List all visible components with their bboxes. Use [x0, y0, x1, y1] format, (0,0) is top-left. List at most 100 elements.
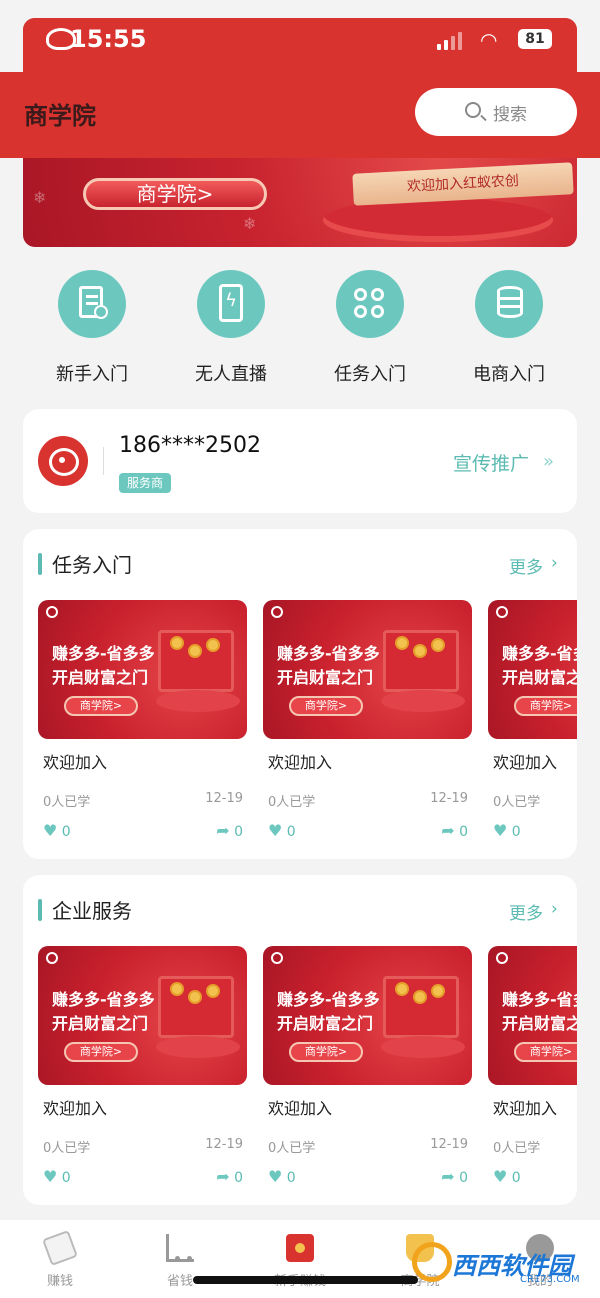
coin-icon: [206, 638, 220, 652]
thumb-subline: 开启财富之门: [277, 1014, 374, 1033]
database-user-icon: [475, 270, 543, 338]
course-thumbnail[interactable]: 赚多多-省多多 开启财富之门 商学院>: [263, 600, 472, 739]
quick-entry-ecommerce[interactable]: 电商入门: [444, 270, 574, 386]
heart-icon: ♥: [268, 1167, 283, 1186]
share-button[interactable]: ➦ 0: [216, 821, 243, 840]
provider-card: 186****2502 服务商 宣传推广 »: [23, 409, 577, 513]
promo-link[interactable]: 宣传推广: [453, 449, 529, 476]
course-title[interactable]: 欢迎加入: [493, 1095, 577, 1119]
chevron-right-icon[interactable]: ›: [551, 553, 558, 573]
course-title[interactable]: 欢迎加入: [43, 749, 247, 773]
podium-graphic: [156, 690, 240, 712]
coin-icon: [395, 982, 409, 996]
double-chevron-right-icon[interactable]: »: [543, 451, 554, 472]
search-icon: [465, 102, 481, 118]
coin-icon: [413, 644, 427, 658]
course-title[interactable]: 欢迎加入: [268, 749, 472, 773]
heart-icon: ♥: [493, 1167, 508, 1186]
share-count: 0: [459, 1170, 468, 1186]
more-link[interactable]: 更多: [509, 899, 543, 924]
learner-count: 0人已学: [268, 795, 316, 810]
cart-icon: [166, 1234, 194, 1262]
like-button[interactable]: ♥ 0: [43, 1167, 71, 1186]
quick-entry-task[interactable]: 任务入门: [305, 270, 435, 386]
banner-button[interactable]: 商学院>: [83, 178, 267, 210]
course-card[interactable]: 赚多多-省多多 开启财富之门 商学院> 欢迎加入 0人已学 ♥ 0: [488, 946, 577, 1187]
watermark: 西西软件园 CR173.COM: [400, 1238, 580, 1292]
thumb-headline: 赚多多-省多多: [277, 990, 380, 1009]
status-time: 15:55: [70, 25, 147, 53]
share-button[interactable]: ➦ 0: [441, 821, 468, 840]
thumb-button: 商学院>: [289, 1042, 363, 1062]
share-count: 0: [234, 824, 243, 840]
course-thumbnail[interactable]: 赚多多-省多多 开启财富之门 商学院>: [38, 946, 247, 1085]
tab-earn[interactable]: 赚钱: [20, 1230, 100, 1289]
course-date: 12-19: [205, 1137, 243, 1152]
course-thumbnail[interactable]: 赚多多-省多多 开启财富之门 商学院>: [488, 946, 577, 1085]
red-packet-icon: [286, 1234, 314, 1262]
thumb-headline: 赚多多-省多多: [502, 990, 577, 1009]
section-accent-bar: [38, 553, 42, 575]
earn-icon: [42, 1230, 78, 1266]
learner-count: 0人已学: [268, 1141, 316, 1156]
gift-box-graphic: [383, 630, 459, 692]
thumb-headline: 赚多多-省多多: [52, 644, 155, 663]
like-count: 0: [511, 824, 521, 840]
coin-icon: [206, 984, 220, 998]
brand-logo-icon: [271, 952, 283, 964]
thumb-subline: 开启财富之门: [277, 668, 374, 687]
course-title[interactable]: 欢迎加入: [493, 749, 577, 773]
phone-lightning-icon: ϟ: [197, 270, 265, 338]
like-count: 0: [61, 1170, 71, 1186]
learner-count: 0人已学: [493, 1141, 541, 1156]
course-card[interactable]: 赚多多-省多多 开启财富之门 商学院> 欢迎加入 0人已学 12-19 ♥ 0 …: [263, 946, 472, 1187]
share-icon: ➦: [441, 821, 455, 840]
course-date: 12-19: [430, 1137, 468, 1152]
document-clock-icon: [58, 270, 126, 338]
like-button[interactable]: ♥ 0: [493, 821, 521, 840]
course-card[interactable]: 赚多多-省多多 开启财富之门 商学院> 欢迎加入 0人已学 12-19 ♥ 0 …: [263, 600, 472, 841]
course-thumbnail[interactable]: 赚多多-省多多 开启财富之门 商学院>: [263, 946, 472, 1085]
heart-icon: ♥: [43, 1167, 58, 1186]
coin-icon: [170, 982, 184, 996]
like-count: 0: [286, 824, 296, 840]
course-card[interactable]: 赚多多-省多多 开启财富之门 商学院> 欢迎加入 0人已学 12-19 ♥ 0 …: [38, 600, 247, 841]
home-indicator[interactable]: [193, 1276, 418, 1284]
thumb-button: 商学院>: [64, 696, 138, 716]
course-card[interactable]: 赚多多-省多多 开启财富之门 商学院> 欢迎加入 0人已学 ♥ 0: [488, 600, 577, 841]
like-button[interactable]: ♥ 0: [493, 1167, 521, 1186]
course-date: 12-19: [430, 791, 468, 806]
signal-icon: [437, 30, 465, 50]
quick-entry-beginner[interactable]: 新手入门: [27, 270, 157, 386]
like-count: 0: [511, 1170, 521, 1186]
heart-icon: ♥: [43, 821, 58, 840]
like-count: 0: [286, 1170, 296, 1186]
thumb-subline: 开启财富之门: [502, 1014, 577, 1033]
thumb-subline: 开启财富之门: [52, 1014, 149, 1033]
share-button[interactable]: ➦ 0: [441, 1167, 468, 1186]
share-count: 0: [234, 1170, 243, 1186]
more-link[interactable]: 更多: [509, 553, 543, 578]
section-tasks: 任务入门 更多 › 赚多多-省多多 开启财富之门 商学院> 欢迎加入 0人已学 …: [23, 529, 577, 859]
share-icon: ➦: [216, 821, 230, 840]
watermark-domain: CR173.COM: [520, 1274, 580, 1285]
course-title[interactable]: 欢迎加入: [43, 1095, 247, 1119]
like-button[interactable]: ♥ 0: [268, 821, 296, 840]
course-thumbnail[interactable]: 赚多多-省多多 开启财富之门 商学院>: [488, 600, 577, 739]
coin-icon: [170, 636, 184, 650]
thumb-headline: 赚多多-省多多: [502, 644, 577, 663]
chevron-right-icon[interactable]: ›: [551, 899, 558, 919]
search-input[interactable]: 搜索: [415, 88, 577, 136]
gift-box-graphic: [383, 976, 459, 1038]
like-button[interactable]: ♥ 0: [43, 821, 71, 840]
share-button[interactable]: ➦ 0: [216, 1167, 243, 1186]
like-button[interactable]: ♥ 0: [268, 1167, 296, 1186]
course-title[interactable]: 欢迎加入: [268, 1095, 472, 1119]
search-placeholder: 搜索: [493, 105, 527, 125]
share-icon: ➦: [216, 1167, 230, 1186]
course-card[interactable]: 赚多多-省多多 开启财富之门 商学院> 欢迎加入 0人已学 12-19 ♥ 0 …: [38, 946, 247, 1187]
coin-icon: [395, 636, 409, 650]
brand-logo-icon: [496, 606, 508, 618]
course-thumbnail[interactable]: 赚多多-省多多 开启财富之门 商学院>: [38, 600, 247, 739]
quick-entry-live[interactable]: ϟ 无人直播: [166, 270, 296, 386]
